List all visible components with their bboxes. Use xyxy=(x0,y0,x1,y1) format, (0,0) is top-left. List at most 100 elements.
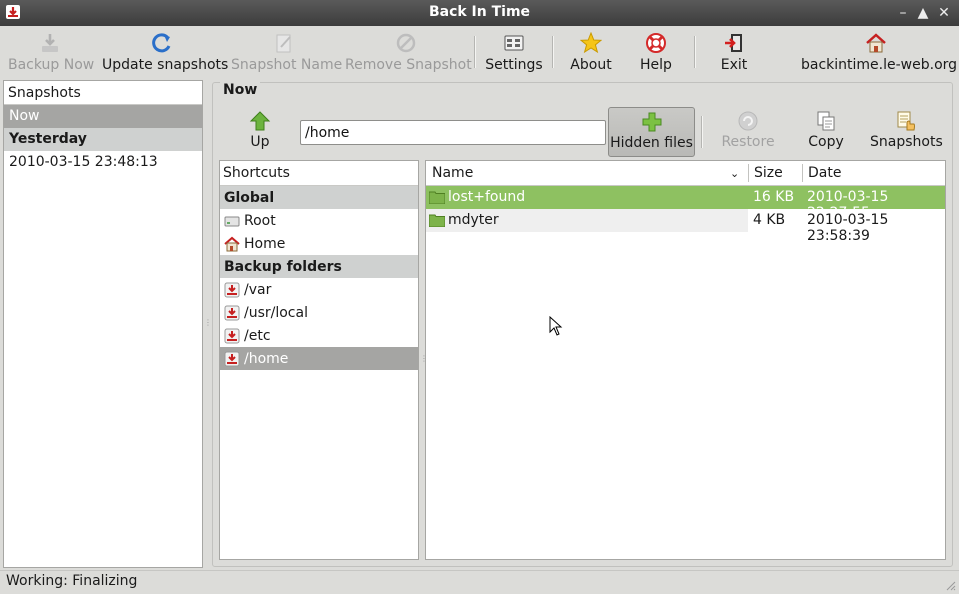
backup-folder-icon xyxy=(224,351,240,366)
column-separator[interactable] xyxy=(748,164,749,182)
exit-label: Exit xyxy=(720,57,748,73)
help-button[interactable]: Help xyxy=(636,32,676,76)
file-name: lost+found xyxy=(448,189,526,205)
backup-now-label: Backup Now xyxy=(8,57,95,73)
copy-label: Copy xyxy=(808,134,844,150)
refresh-icon xyxy=(152,33,171,53)
resize-grip-icon[interactable] xyxy=(944,579,956,591)
file-name: mdyter xyxy=(448,212,499,228)
plus-icon xyxy=(642,112,661,132)
snapshot-name-button[interactable]: Snapshot Name xyxy=(231,32,343,76)
up-button[interactable]: Up xyxy=(243,110,277,156)
file-size: 4 KB xyxy=(753,212,786,228)
hidden-files-label: Hidden files xyxy=(610,135,693,151)
shortcut-label: Root xyxy=(244,212,276,229)
folder-icon xyxy=(429,191,445,204)
files-table: Name ⌄ Size Date lost+found 16 KB 2010-0… xyxy=(425,160,946,560)
snapshots-header: Snapshots xyxy=(4,81,202,105)
shortcuts-header: Shortcuts xyxy=(220,161,418,186)
home-icon xyxy=(224,236,240,251)
close-button[interactable]: ✕ xyxy=(934,3,954,23)
table-row[interactable]: mdyter 4 KB 2010-03-15 23:58:39 xyxy=(426,209,945,244)
mouse-pointer-icon xyxy=(549,316,563,336)
restore-icon xyxy=(738,111,758,131)
snapshots-button[interactable]: Snapshots xyxy=(870,110,943,156)
snapshot-name-label: Snapshot Name xyxy=(231,57,343,73)
splitter-handle[interactable]: ⋮ xyxy=(204,318,212,327)
snapshots-label: Snapshots xyxy=(870,134,943,150)
files-table-header: Name ⌄ Size Date xyxy=(426,161,945,186)
shortcut-label: Home xyxy=(244,235,286,252)
shortcut-root[interactable]: Root xyxy=(220,209,418,232)
settings-button[interactable]: Settings xyxy=(484,32,544,76)
status-text: Working: Finalizing xyxy=(6,573,138,589)
snapshot-item-now[interactable]: Now xyxy=(4,105,202,128)
restore-button[interactable]: Restore xyxy=(720,110,776,156)
main-toolbar: Backup Now Update snapshots Snapshot Nam… xyxy=(0,26,959,78)
shortcuts-list: Shortcuts Global Root Home Backup folder… xyxy=(219,160,419,560)
website-label: backintime.le-web.org xyxy=(801,57,958,73)
update-snapshots-button[interactable]: Update snapshots xyxy=(102,32,228,76)
copy-icon xyxy=(817,111,835,131)
copy-button[interactable]: Copy xyxy=(805,110,847,156)
backup-folder-icon xyxy=(224,282,240,297)
shortcut-etc[interactable]: /etc xyxy=(220,324,418,347)
maximize-button[interactable]: ▲ xyxy=(913,3,933,23)
snapshot-item[interactable]: 2010-03-15 23:48:13 xyxy=(4,151,202,174)
shortcut-var[interactable]: /var xyxy=(220,278,418,301)
remove-icon xyxy=(396,33,416,53)
title-bar: Back In Time – ▲ ✕ xyxy=(0,0,959,26)
website-button[interactable]: backintime.le-web.org xyxy=(801,32,958,76)
toolbar-separator xyxy=(694,36,696,68)
column-name[interactable]: Name xyxy=(432,165,473,181)
shortcut-home-folder[interactable]: /home xyxy=(220,347,418,370)
file-size: 16 KB xyxy=(753,189,795,205)
shortcut-home[interactable]: Home xyxy=(220,232,418,255)
star-icon xyxy=(580,32,602,54)
hidden-files-toggle[interactable]: Hidden files xyxy=(608,107,695,157)
arrow-up-icon xyxy=(249,111,271,131)
toolbar-separator xyxy=(474,36,476,68)
current-snapshot-label: Now xyxy=(220,82,261,98)
about-button[interactable]: About xyxy=(566,32,616,76)
shortcuts-group-global: Global xyxy=(220,186,418,209)
group-label: Global xyxy=(224,189,275,206)
path-input[interactable] xyxy=(300,120,606,145)
toolbar-separator xyxy=(552,36,554,68)
chevron-down-icon[interactable]: ⌄ xyxy=(730,167,739,180)
backup-folder-icon xyxy=(224,328,240,343)
toolbar-separator xyxy=(701,116,703,148)
column-separator[interactable] xyxy=(802,164,803,182)
snapshot-group-yesterday: Yesterday xyxy=(4,128,202,151)
window-title: Back In Time xyxy=(428,4,531,20)
edit-icon xyxy=(276,34,291,53)
settings-label: Settings xyxy=(485,57,543,73)
drive-icon xyxy=(224,216,240,226)
shortcut-usr-local[interactable]: /usr/local xyxy=(220,301,418,324)
up-label: Up xyxy=(250,134,270,150)
minimize-button[interactable]: – xyxy=(893,3,913,23)
exit-icon xyxy=(725,34,742,52)
status-bar: Working: Finalizing xyxy=(0,570,959,594)
help-lifebuoy-icon xyxy=(646,33,666,53)
remove-snapshot-button[interactable]: Remove Snapshot xyxy=(345,32,472,76)
backup-folder-icon xyxy=(224,305,240,320)
shortcuts-group-backup-folders: Backup folders xyxy=(220,255,418,278)
file-date: 2010-03-15 23:58:39 xyxy=(807,212,889,244)
remove-snapshot-label: Remove Snapshot xyxy=(345,57,472,73)
shortcut-label: /usr/local xyxy=(244,304,308,321)
shortcut-label: /var xyxy=(244,281,272,298)
snapshots-list: Snapshots Now Yesterday 2010-03-15 23:48… xyxy=(3,80,203,568)
settings-icon xyxy=(504,35,524,51)
shortcut-label: /etc xyxy=(244,327,271,344)
column-date[interactable]: Date xyxy=(808,165,841,181)
shortcut-label: /home xyxy=(244,350,289,367)
snapshots-hand-icon xyxy=(897,111,915,131)
exit-button[interactable]: Exit xyxy=(714,32,754,76)
table-row[interactable]: lost+found 16 KB 2010-03-15 22:27:55 xyxy=(426,186,945,221)
group-label: Backup folders xyxy=(224,258,342,275)
help-label: Help xyxy=(640,57,672,73)
column-size[interactable]: Size xyxy=(754,165,783,181)
backup-now-button[interactable]: Backup Now xyxy=(8,32,95,76)
about-label: About xyxy=(570,57,612,73)
